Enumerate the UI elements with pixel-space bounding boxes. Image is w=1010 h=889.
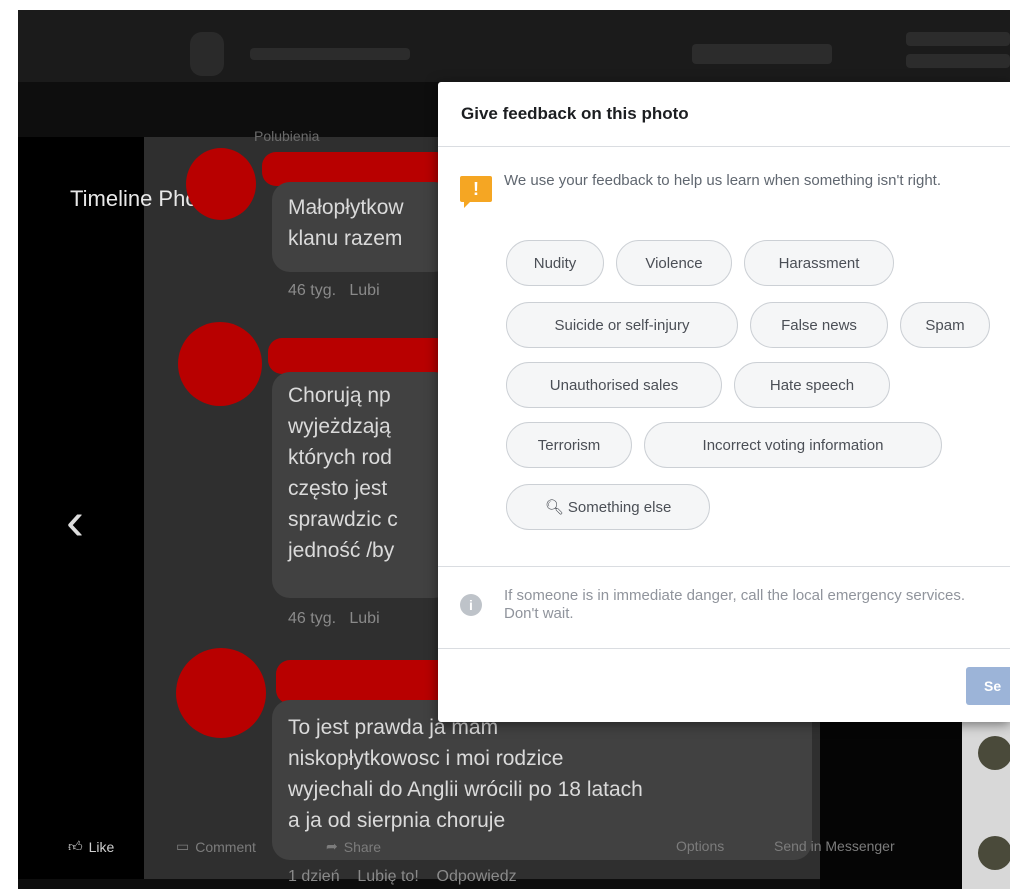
redacted-avatar [178, 322, 262, 406]
search-icon: 🔍︎ [544, 499, 564, 516]
chip-harassment[interactable]: Harassment [744, 240, 894, 286]
comment-text: Małopłytkow klanu razem [288, 196, 404, 250]
chip-hate-speech[interactable]: Hate speech [734, 362, 890, 408]
comment-text: To jest prawda ja mam niskopłytkowosc i … [288, 716, 643, 832]
like-link[interactable]: Lubię to! [357, 868, 418, 885]
user-blur-2 [906, 54, 1010, 68]
options-button[interactable]: Options [676, 838, 724, 854]
partial-label: Polubienia [254, 128, 320, 144]
comment-meta: 46 tyg. Lubi [288, 282, 380, 300]
divider [438, 648, 1010, 649]
avatar [978, 736, 1010, 770]
avatar [978, 836, 1010, 870]
comment-time: 46 tyg. [288, 610, 337, 627]
comment-button[interactable]: ▭ Comment [176, 838, 256, 855]
share-button[interactable]: ➦ Share [326, 838, 381, 855]
chip-incorrect-voting-information[interactable]: Incorrect voting information [644, 422, 942, 468]
comment-time: 1 dzień [288, 868, 340, 885]
dialog-intro: We use your feedback to help us learn wh… [504, 172, 941, 189]
page-name-blur [250, 48, 410, 60]
chip-something-else[interactable]: 🔍︎ Something else [506, 484, 710, 530]
top-bar [18, 10, 1010, 82]
reply-link[interactable]: Odpowiedz [437, 868, 517, 885]
chip-false-news[interactable]: False news [750, 302, 888, 348]
send-button[interactable]: Se [966, 667, 1010, 705]
user-blur [906, 32, 1010, 46]
like-link[interactable]: Lubi [349, 282, 379, 299]
emergency-note: If someone is in immediate danger, call … [504, 587, 966, 622]
page-avatar [190, 32, 224, 76]
thumbs-up-icon: 👍︎ [68, 838, 83, 854]
comment-meta: 1 dzień Lubię to! Odpowiedz [288, 868, 517, 886]
comment-time: 46 tyg. [288, 282, 337, 299]
chevron-left-icon[interactable]: ‹ [66, 490, 84, 552]
feedback-dialog: Give feedback on this photo ! We use you… [438, 82, 1010, 722]
toolbar-blur [692, 44, 832, 64]
redacted-name [268, 338, 450, 374]
comment-text: Chorują np wyjeżdzają których rod często… [288, 384, 398, 562]
comment-meta: 46 tyg. Lubi [288, 610, 380, 628]
redacted-avatar [186, 148, 256, 220]
like-button[interactable]: 👍︎ Like [68, 838, 114, 855]
divider [438, 566, 1010, 567]
chip-suicide-self-injury[interactable]: Suicide or self-injury [506, 302, 738, 348]
chip-spam[interactable]: Spam [900, 302, 990, 348]
chip-unauthorised-sales[interactable]: Unauthorised sales [506, 362, 722, 408]
redacted-avatar [176, 648, 266, 738]
info-icon: i [460, 594, 482, 616]
send-messenger-button[interactable]: Send in Messenger [774, 838, 895, 854]
chip-terrorism[interactable]: Terrorism [506, 422, 632, 468]
chip-nudity[interactable]: Nudity [506, 240, 604, 286]
comment-icon: ▭ [176, 838, 190, 854]
redacted-name [262, 152, 450, 186]
chip-violence[interactable]: Violence [616, 240, 732, 286]
share-icon: ➦ [326, 838, 338, 854]
like-link[interactable]: Lubi [349, 610, 379, 627]
warning-flag-icon: ! [460, 176, 492, 208]
dialog-title: Give feedback on this photo [461, 104, 689, 123]
divider [438, 146, 1010, 147]
